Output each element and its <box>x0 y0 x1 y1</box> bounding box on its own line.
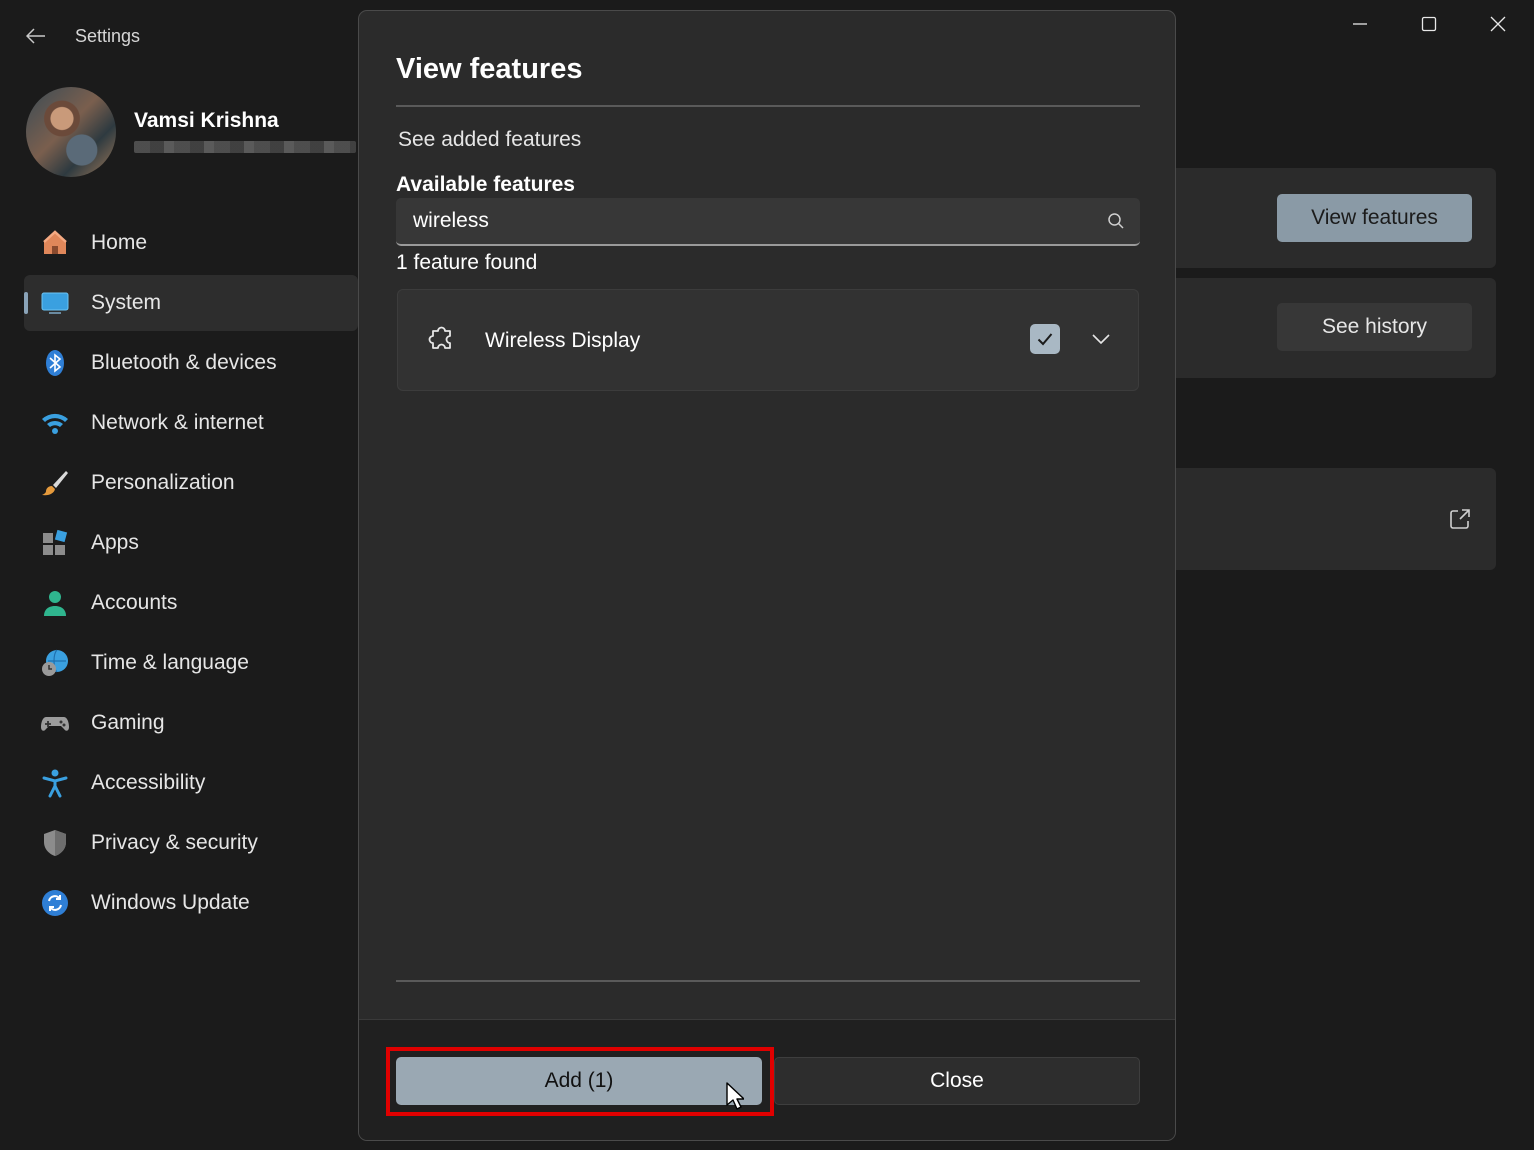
wifi-icon <box>40 408 70 438</box>
sidebar-item-network[interactable]: Network & internet <box>24 395 358 451</box>
related-link-card[interactable] <box>1150 468 1496 570</box>
sidebar-item-label: Home <box>91 231 148 254</box>
sidebar-item-time-language[interactable]: Time & language <box>24 635 358 691</box>
close-window-button[interactable] <box>1468 8 1528 40</box>
mouse-cursor-icon <box>726 1082 744 1110</box>
sidebar-item-bluetooth[interactable]: Bluetooth & devices <box>24 335 358 391</box>
sidebar-item-label: Gaming <box>91 711 165 734</box>
search-input[interactable] <box>396 198 1096 244</box>
home-icon <box>40 228 70 258</box>
results-count: 1 feature found <box>396 251 538 274</box>
sidebar-item-label: Time & language <box>91 651 249 674</box>
maximize-icon <box>1421 16 1437 32</box>
accessibility-icon <box>40 768 70 798</box>
user-email-redacted <box>134 141 356 153</box>
sidebar-item-label: Accessibility <box>91 771 206 794</box>
person-icon <box>40 588 70 618</box>
highlight-box <box>386 1047 774 1116</box>
sidebar-item-home[interactable]: Home <box>24 215 358 271</box>
sidebar-nav: Home System Bluetooth & devices Network … <box>24 215 358 935</box>
search-icon[interactable] <box>1106 211 1126 231</box>
avatar[interactable] <box>26 87 116 177</box>
sidebar-item-accessibility[interactable]: Accessibility <box>24 755 358 811</box>
expand-button[interactable] <box>1088 326 1114 352</box>
gamepad-icon <box>40 708 70 738</box>
sidebar-item-personalization[interactable]: Personalization <box>24 455 358 511</box>
sidebar-item-label: Network & internet <box>91 411 264 434</box>
apps-icon <box>40 528 70 558</box>
back-arrow-icon <box>26 28 45 44</box>
close-button[interactable]: Close <box>774 1057 1140 1105</box>
feature-row[interactable]: Wireless Display <box>397 289 1139 391</box>
sidebar-item-label: Apps <box>91 531 139 554</box>
sidebar-item-label: Accounts <box>91 591 178 614</box>
minimize-button[interactable] <box>1330 8 1390 40</box>
see-added-features-link[interactable]: See added features <box>398 128 581 152</box>
feature-checkbox[interactable] <box>1030 324 1060 354</box>
back-button[interactable] <box>20 22 52 50</box>
see-history-button[interactable]: See history <box>1277 303 1472 351</box>
sidebar-item-windows-update[interactable]: Windows Update <box>24 875 358 931</box>
view-features-dialog: View features See added features Availab… <box>358 10 1176 1141</box>
chevron-down-icon <box>1092 334 1110 344</box>
update-icon <box>40 888 70 918</box>
app-title: Settings <box>75 26 141 46</box>
user-name: Vamsi Krishna <box>134 109 279 132</box>
bluetooth-icon <box>40 348 70 378</box>
divider <box>396 105 1140 107</box>
sidebar-item-label: Bluetooth & devices <box>91 351 277 374</box>
sidebar-item-system[interactable]: System <box>24 275 358 331</box>
brush-icon <box>40 468 70 498</box>
checkmark-icon <box>1037 333 1053 346</box>
sidebar-item-label: Windows Update <box>91 891 250 914</box>
sidebar-item-accounts[interactable]: Accounts <box>24 575 358 631</box>
minimize-icon <box>1353 23 1367 25</box>
divider <box>396 980 1140 982</box>
close-icon <box>1490 16 1506 32</box>
shield-icon <box>40 828 70 858</box>
sidebar-item-label: Privacy & security <box>91 831 258 854</box>
external-link-icon[interactable] <box>1448 507 1472 531</box>
available-features-label: Available features <box>396 173 575 196</box>
sidebar-item-label: Personalization <box>91 471 235 494</box>
sidebar-item-label: System <box>91 291 162 314</box>
sidebar-item-apps[interactable]: Apps <box>24 515 358 571</box>
search-box[interactable] <box>396 198 1140 246</box>
globe-clock-icon <box>40 648 70 678</box>
system-icon <box>40 288 70 318</box>
view-features-button[interactable]: View features <box>1277 194 1472 242</box>
sidebar-item-gaming[interactable]: Gaming <box>24 695 358 751</box>
maximize-button[interactable] <box>1399 8 1459 40</box>
feature-name: Wireless Display <box>485 329 641 352</box>
puzzle-piece-icon <box>428 326 451 349</box>
sidebar-item-privacy[interactable]: Privacy & security <box>24 815 358 871</box>
dialog-title: View features <box>396 53 583 85</box>
